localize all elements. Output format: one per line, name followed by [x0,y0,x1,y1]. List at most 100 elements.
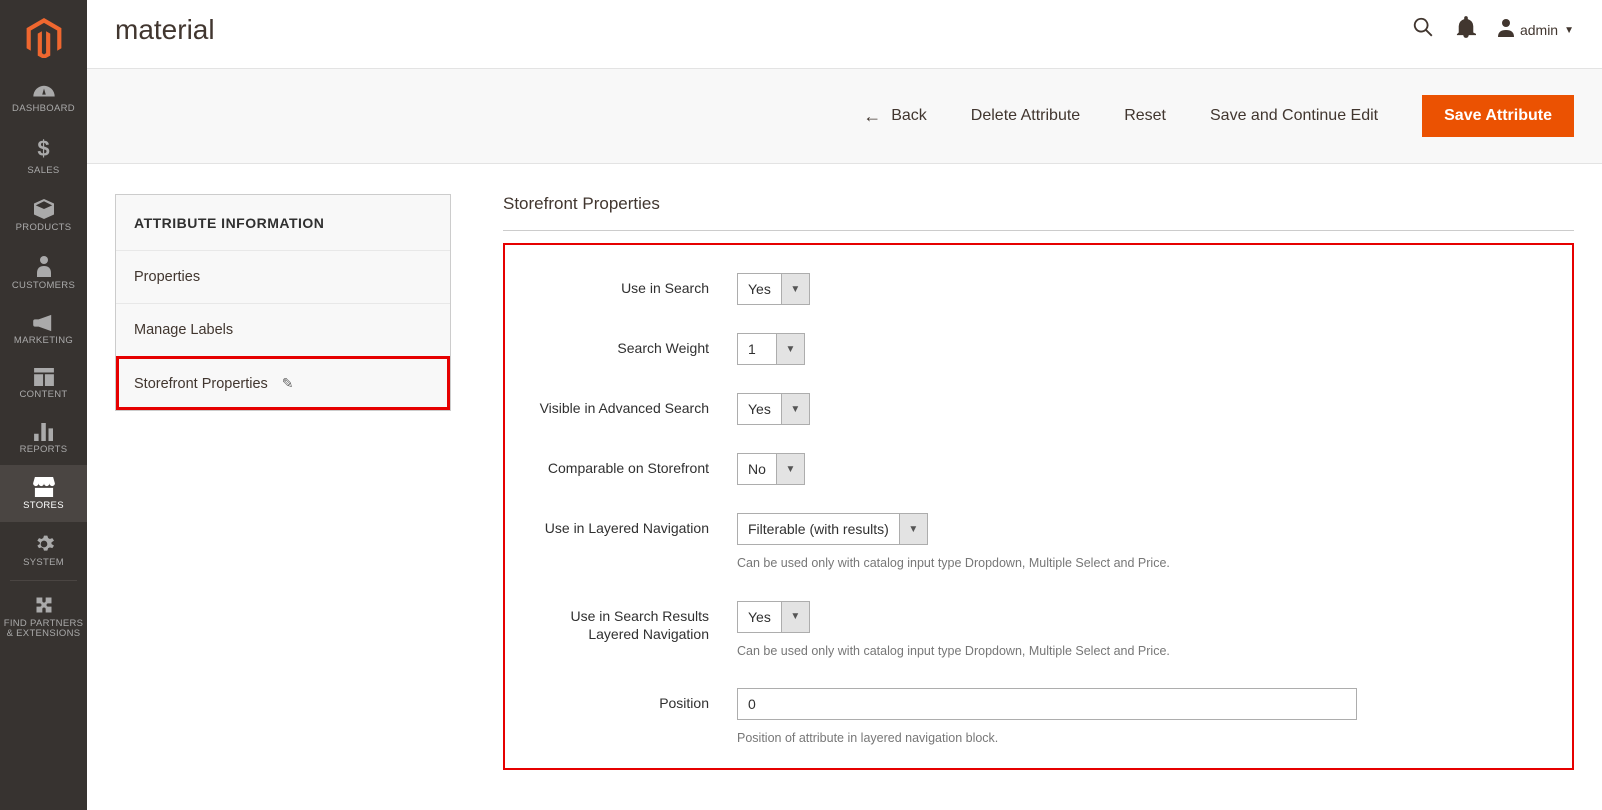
megaphone-icon [33,314,55,332]
chevron-down-icon: ▼ [781,602,809,632]
tab-storefront-properties[interactable]: Storefront Properties ✎ [116,356,450,410]
nav-marketing-label: MARKETING [14,336,73,346]
nav-products[interactable]: PRODUCTS [0,187,87,243]
tab-manage-labels-label: Manage Labels [134,322,233,338]
select-comparable-value: No [738,454,776,484]
puzzle-icon [34,595,54,615]
person-icon [36,255,52,277]
chevron-down-icon: ▼ [899,514,927,544]
page-title: material [115,14,215,46]
dollar-icon: $ [37,136,49,162]
account-menu[interactable]: admin ▼ [1498,19,1574,42]
store-icon [33,477,55,497]
main-content: material admin ▼ ← Back Delete Attribute… [87,0,1602,810]
select-search-weight-value: 1 [738,334,776,364]
field-position: Position Position of attribute in layere… [517,674,1550,762]
nav-content-label: CONTENT [19,390,67,400]
search-icon[interactable] [1412,16,1434,44]
nav-customers-label: CUSTOMERS [12,281,75,291]
field-comparable: Comparable on Storefront No ▼ [517,439,1550,499]
account-label: admin [1520,22,1558,38]
field-visible-advanced: Visible in Advanced Search Yes ▼ [517,379,1550,439]
form-area: Storefront Properties Use in Search Yes … [503,194,1574,770]
input-position[interactable] [737,688,1357,720]
nav-reports[interactable]: REPORTS [0,411,87,465]
field-use-in-search: Use in Search Yes ▼ [517,259,1550,319]
tab-manage-labels[interactable]: Manage Labels [116,303,450,356]
hint-layered-nav: Can be used only with catalog input type… [737,555,1550,573]
header-tools: admin ▼ [1412,16,1574,44]
nav-separator [10,580,77,581]
save-continue-button[interactable]: Save and Continue Edit [1210,107,1378,125]
admin-sidebar: DASHBOARD $ SALES PRODUCTS CUSTOMERS MAR… [0,0,87,810]
field-search-layered: Use in Search Results Layered Navigation… [517,587,1550,675]
delete-attribute-button[interactable]: Delete Attribute [971,107,1080,125]
dashboard-icon [33,84,55,100]
label-search-layered: Use in Search Results Layered Navigation [517,601,737,645]
content-columns: ATTRIBUTE INFORMATION Properties Manage … [87,164,1602,770]
nav-system-label: SYSTEM [23,558,64,568]
nav-partners-label: FIND PARTNERS & EXTENSIONS [4,619,84,640]
storefront-properties-form: Use in Search Yes ▼ Search Weight [503,243,1574,770]
select-search-layered-value: Yes [738,602,781,632]
chevron-down-icon: ▼ [776,334,804,364]
page-header: material admin ▼ [87,0,1602,68]
gear-icon [34,534,54,554]
chevron-down-icon: ▼ [781,394,809,424]
back-label: Back [891,107,927,125]
label-search-weight: Search Weight [517,333,737,358]
select-layered-nav-value: Filterable (with results) [738,514,899,544]
select-layered-nav[interactable]: Filterable (with results) ▼ [737,513,928,545]
field-search-weight: Search Weight 1 ▼ [517,319,1550,379]
select-use-in-search[interactable]: Yes ▼ [737,273,810,305]
user-icon [1498,19,1514,42]
nav-dashboard[interactable]: DASHBOARD [0,72,87,124]
attribute-info-panel: ATTRIBUTE INFORMATION Properties Manage … [115,194,451,411]
magento-logo-icon [26,18,62,58]
action-bar: ← Back Delete Attribute Reset Save and C… [87,68,1602,164]
nav-sales[interactable]: $ SALES [0,124,87,186]
save-attribute-button[interactable]: Save Attribute [1422,95,1574,137]
label-comparable: Comparable on Storefront [517,453,737,478]
select-comparable[interactable]: No ▼ [737,453,805,485]
select-visible-advanced-value: Yes [738,394,781,424]
nav-sales-label: SALES [27,166,59,176]
tab-properties[interactable]: Properties [116,250,450,303]
nav-customers[interactable]: CUSTOMERS [0,243,87,301]
hint-position: Position of attribute in layered navigat… [737,730,1550,748]
nav-reports-label: REPORTS [20,445,68,455]
hint-search-layered: Can be used only with catalog input type… [737,643,1550,661]
section-title: Storefront Properties [503,194,1574,231]
pencil-icon: ✎ [282,375,294,392]
box-icon [33,199,55,219]
select-use-in-search-value: Yes [738,274,781,304]
back-arrow-icon: ← [863,106,881,127]
field-layered-nav: Use in Layered Navigation Filterable (wi… [517,499,1550,587]
tab-storefront-properties-label: Storefront Properties [134,376,268,392]
select-visible-advanced[interactable]: Yes ▼ [737,393,810,425]
nav-stores-label: STORES [23,501,64,511]
label-layered-nav: Use in Layered Navigation [517,513,737,538]
label-visible-advanced: Visible in Advanced Search [517,393,737,418]
caret-down-icon: ▼ [1564,25,1574,36]
nav-content[interactable]: CONTENT [0,356,87,410]
chevron-down-icon: ▼ [781,274,809,304]
bars-icon [34,423,54,441]
magento-logo[interactable] [0,0,87,72]
nav-dashboard-label: DASHBOARD [12,104,75,114]
chevron-down-icon: ▼ [776,454,804,484]
nav-products-label: PRODUCTS [16,223,72,233]
nav-stores[interactable]: STORES [0,465,87,521]
select-search-weight[interactable]: 1 ▼ [737,333,805,365]
back-button[interactable]: ← Back [863,106,927,127]
tab-properties-label: Properties [134,269,200,285]
nav-partners[interactable]: FIND PARTNERS & EXTENSIONS [0,583,87,650]
label-position: Position [517,688,737,713]
select-search-layered[interactable]: Yes ▼ [737,601,810,633]
nav-marketing[interactable]: MARKETING [0,302,87,356]
reset-button[interactable]: Reset [1124,107,1166,125]
layout-icon [34,368,54,386]
nav-system[interactable]: SYSTEM [0,522,87,578]
label-use-in-search: Use in Search [517,273,737,298]
bell-icon[interactable] [1456,16,1476,44]
